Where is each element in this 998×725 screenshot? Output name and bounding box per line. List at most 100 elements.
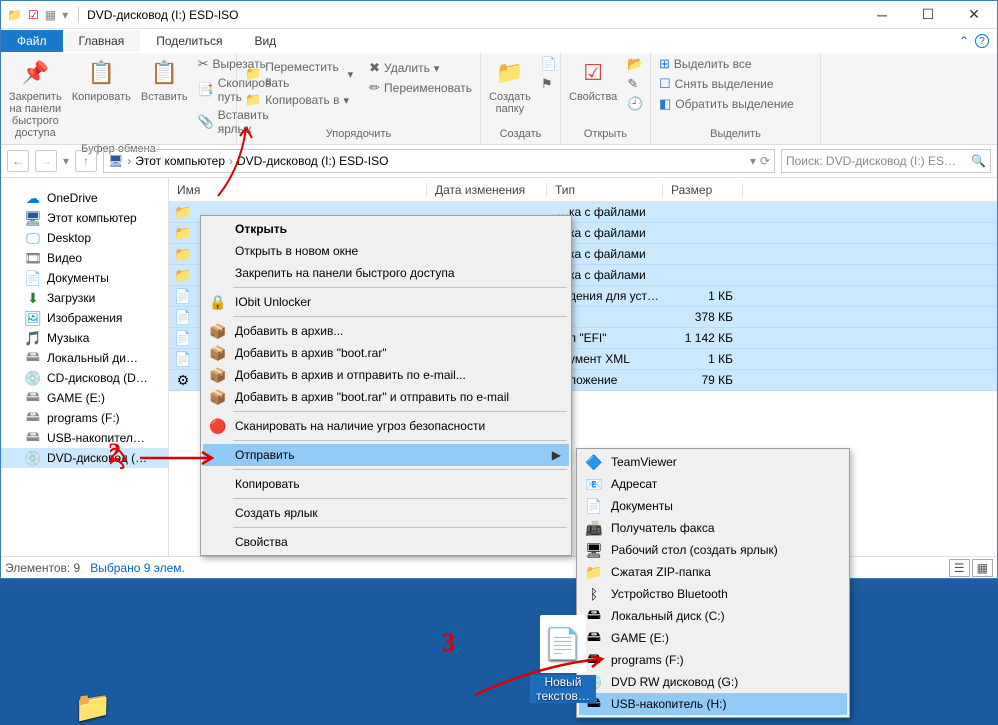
properties-button[interactable]: ☑Свойства	[567, 55, 619, 105]
recent-dropdown[interactable]: ▾	[63, 154, 69, 168]
collapse-ribbon-icon[interactable]: ⌃	[959, 34, 969, 48]
submenu-item[interactable]: 🖴Локальный диск (C:)	[579, 605, 847, 627]
qat-file-icon[interactable]: ▦	[45, 8, 56, 22]
tab-share[interactable]: Поделиться	[140, 30, 238, 52]
menu-label: Сканировать на наличие угроз безопасност…	[235, 419, 485, 433]
maximize-button[interactable]: ☐	[905, 1, 951, 29]
submenu-item[interactable]: ᛒУстройство Bluetooth	[579, 583, 847, 605]
copy-to-button[interactable]: 📁Копировать в ▾	[243, 91, 355, 109]
submenu-item[interactable]: 📄Документы	[579, 495, 847, 517]
paste-button[interactable]: 📋Вставить	[139, 55, 190, 105]
tab-home[interactable]: Главная	[63, 30, 141, 52]
nav-item[interactable]: ⬇Загрузки	[1, 288, 168, 308]
nav-item[interactable]: 🖴GAME (E:)	[1, 388, 168, 408]
menu-item[interactable]: 📦Добавить в архив и отправить по e-mail.…	[203, 364, 569, 386]
menu-item[interactable]: Копировать	[203, 473, 569, 495]
nav-item[interactable]: 🎵Музыка	[1, 328, 168, 348]
rename-button[interactable]: ✏Переименовать	[367, 79, 474, 97]
col-size[interactable]: Размер	[663, 183, 743, 197]
nav-icon: 💿	[25, 450, 41, 466]
menu-item[interactable]: 📦Добавить в архив "boot.rar"	[203, 342, 569, 364]
tab-file[interactable]: Файл	[1, 30, 63, 52]
menu-item[interactable]: 🔒IObit Unlocker	[203, 291, 569, 313]
submenu-item[interactable]: 🖥Рабочий стол (создать ярлык)	[579, 539, 847, 561]
menu-label: GAME (E:)	[611, 631, 669, 645]
qat-checkbox-icon[interactable]: ☑	[28, 8, 39, 22]
nav-label: Этот компьютер	[47, 211, 137, 225]
tab-view[interactable]: Вид	[238, 30, 292, 52]
deselect-button[interactable]: ☐Снять выделение	[657, 75, 796, 93]
back-button[interactable]: ←	[7, 150, 29, 172]
nav-item[interactable]: 🖴USB-накопител…	[1, 428, 168, 448]
nav-item[interactable]: 📄Документы	[1, 268, 168, 288]
submenu-item[interactable]: 🖴GAME (E:)	[579, 627, 847, 649]
search-input[interactable]: Поиск: DVD-дисковод (I:) ES… 🔍	[781, 149, 991, 173]
submenu-item[interactable]: 💿DVD RW дисковод (G:)	[579, 671, 847, 693]
menu-item[interactable]: Отправить▶	[203, 444, 569, 466]
menu-icon: ᛒ	[585, 585, 603, 603]
nav-icon: 🖴	[25, 410, 41, 426]
nav-pane: ☁OneDrive🖥Этот компьютер🖵Desktop🎞Видео📄Д…	[1, 178, 169, 556]
menu-label: TeamViewer	[611, 455, 677, 469]
nav-item[interactable]: 🖵Desktop	[1, 228, 168, 248]
desktop-icon-newtext[interactable]: 📄 Новый текстов…	[530, 615, 596, 703]
open-button[interactable]: 📂	[625, 55, 645, 73]
copy-button[interactable]: 📋Копировать	[70, 55, 133, 105]
new-item-button[interactable]: 📄	[539, 55, 559, 73]
pin-button[interactable]: 📌Закрепить на панели быстрого доступа	[7, 55, 64, 141]
view-icons-icon[interactable]: ▦	[972, 559, 993, 577]
desktop-icon-folder[interactable]: 📁	[60, 693, 126, 723]
submenu-item[interactable]: 🖴USB-накопитель (H:)	[579, 693, 847, 715]
easy-access-button[interactable]: ⚑	[539, 75, 559, 93]
menu-item[interactable]: Открыть	[203, 218, 569, 240]
view-details-icon[interactable]: ☰	[949, 559, 970, 577]
crumb-thispc[interactable]: Этот компьютер	[135, 154, 225, 168]
submenu-item[interactable]: 📧Адресат	[579, 473, 847, 495]
qat-dropdown-icon[interactable]: ▾	[62, 8, 68, 22]
menu-item[interactable]: Закрепить на панели быстрого доступа	[203, 262, 569, 284]
menu-item[interactable]: 📦Добавить в архив...	[203, 320, 569, 342]
submenu-item[interactable]: 🖴programs (F:)	[579, 649, 847, 671]
menu-item[interactable]: Свойства	[203, 531, 569, 553]
breadcrumb[interactable]: 🖥 › Этот компьютер › DVD-дисковод (I:) E…	[103, 149, 775, 173]
minimize-button[interactable]: ─	[859, 1, 905, 29]
nav-item[interactable]: 🖥Этот компьютер	[1, 208, 168, 228]
menu-item[interactable]: Открыть в новом окне	[203, 240, 569, 262]
nav-item[interactable]: 💿CD-дисковод (D…	[1, 368, 168, 388]
nav-icon: 🖵	[25, 230, 41, 246]
col-type[interactable]: Тип	[547, 183, 663, 197]
menu-item[interactable]: 📦Добавить в архив "boot.rar" и отправить…	[203, 386, 569, 408]
refresh-icon[interactable]: ⟳	[760, 154, 770, 168]
menu-label: Добавить в архив "boot.rar"	[235, 346, 387, 360]
submenu-item[interactable]: 🔷TeamViewer	[579, 451, 847, 473]
crumb-dropdown-icon[interactable]: ▾	[750, 154, 756, 168]
close-button[interactable]: ✕	[951, 1, 997, 29]
col-name[interactable]: Имя	[169, 183, 427, 197]
forward-button[interactable]: →	[35, 150, 57, 172]
new-folder-button[interactable]: 📁Создать папку	[487, 55, 533, 117]
col-date[interactable]: Дата изменения	[427, 183, 547, 197]
crumb-dvd[interactable]: DVD-дисковод (I:) ESD-ISO	[237, 154, 388, 168]
nav-item[interactable]: 🎞Видео	[1, 248, 168, 268]
menu-item[interactable]: Создать ярлык	[203, 502, 569, 524]
submenu-item[interactable]: 📠Получатель факса	[579, 517, 847, 539]
select-all-button[interactable]: ⊞Выделить все	[657, 55, 796, 73]
nav-item[interactable]: ☁OneDrive	[1, 188, 168, 208]
delete-button[interactable]: ✖Удалить ▾	[367, 59, 474, 77]
nav-label: Загрузки	[47, 291, 95, 305]
menu-item[interactable]: 🔴Сканировать на наличие угроз безопаснос…	[203, 415, 569, 437]
submenu-item[interactable]: 📁Сжатая ZIP-папка	[579, 561, 847, 583]
nav-label: Локальный ди…	[47, 351, 138, 365]
history-button[interactable]: 🕘	[625, 95, 645, 113]
move-to-button[interactable]: 📁Переместить в ▾	[243, 59, 355, 89]
edit-button[interactable]: ✎	[625, 75, 645, 93]
nav-item[interactable]: 🖼Изображения	[1, 308, 168, 328]
up-button[interactable]: ↑	[75, 150, 97, 172]
nav-label: Изображения	[47, 311, 122, 325]
nav-item[interactable]: 🖴programs (F:)	[1, 408, 168, 428]
nav-item[interactable]: 🖴Локальный ди…	[1, 348, 168, 368]
help-icon[interactable]: ?	[975, 34, 989, 48]
file-icon: 📁	[175, 225, 191, 241]
nav-item[interactable]: 💿DVD-дисковод (…	[1, 448, 168, 468]
invert-selection-button[interactable]: ◧Обратить выделение	[657, 95, 796, 113]
